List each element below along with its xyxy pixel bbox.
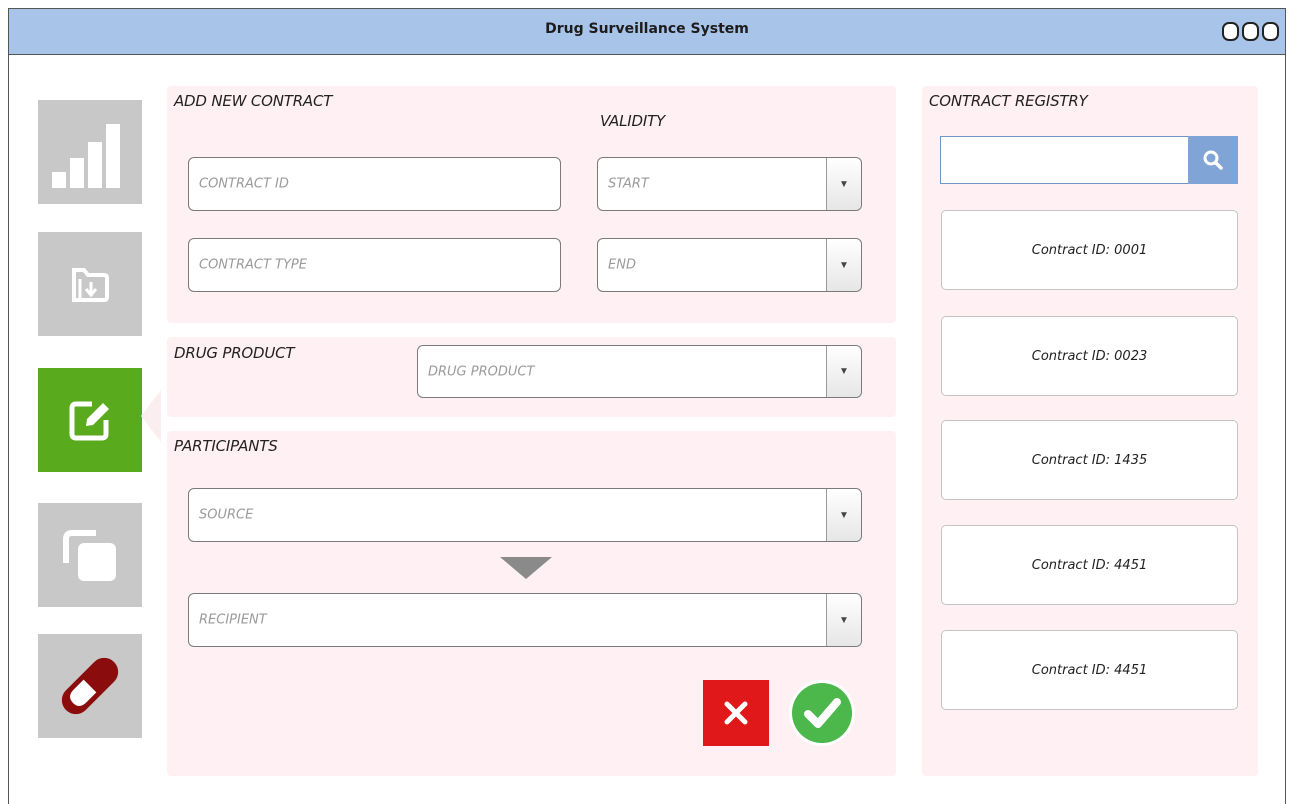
validity-start-select[interactable]: START ▼ <box>597 157 862 211</box>
copy-icon <box>63 530 116 581</box>
recipient-placeholder: RECIPIENT <box>199 612 267 628</box>
contract-id-label: Contract ID: 1435 <box>1031 452 1148 468</box>
list-item[interactable]: Contract ID: 1435 <box>941 420 1238 500</box>
dropdown-toggle[interactable]: ▼ <box>826 489 861 541</box>
contract-type-field[interactable]: CONTRACT TYPE <box>188 238 561 292</box>
sidebar-item-copy[interactable] <box>38 503 142 607</box>
contract-id-label: Contract ID: 4451 <box>1031 557 1148 573</box>
active-pointer <box>141 390 161 442</box>
add-contract-heading: ADD NEW CONTRACT <box>174 92 333 110</box>
chevron-down-icon: ▼ <box>839 178 849 190</box>
end-placeholder: END <box>608 257 636 273</box>
source-placeholder: SOURCE <box>199 507 254 523</box>
dropdown-toggle[interactable]: ▼ <box>826 346 861 397</box>
pill-icon <box>61 657 119 715</box>
recipient-select[interactable]: RECIPIENT ▼ <box>188 593 862 647</box>
dropdown-toggle[interactable]: ▼ <box>826 594 861 646</box>
contract-type-placeholder: CONTRACT TYPE <box>199 257 307 273</box>
flow-down-arrow-icon <box>500 557 552 579</box>
sidebar-item-contracts[interactable] <box>38 368 142 472</box>
search-icon <box>1203 150 1223 170</box>
drug-product-placeholder: DRUG PRODUCT <box>428 364 535 379</box>
contract-id-label: Contract ID: 4451 <box>1031 662 1148 678</box>
window-controls <box>1222 22 1279 41</box>
drug-product-label: DRUG PRODUCT <box>174 344 295 362</box>
registry-heading: CONTRACT REGISTRY <box>929 92 1088 110</box>
registry-search <box>940 136 1238 184</box>
window-title: Drug Surveillance System <box>545 21 749 37</box>
check-icon <box>789 680 855 746</box>
close-icon <box>724 701 748 725</box>
participants-label: PARTICIPANTS <box>174 437 278 455</box>
edit-icon <box>69 401 109 441</box>
contract-id-field[interactable]: CONTRACT ID <box>188 157 561 211</box>
validity-end-select[interactable]: END ▼ <box>597 238 862 292</box>
chevron-down-icon: ▼ <box>839 366 849 377</box>
start-placeholder: START <box>608 176 649 192</box>
chevron-down-icon: ▼ <box>839 509 849 521</box>
sidebar-item-statistics[interactable] <box>38 100 142 204</box>
bar-chart-icon <box>52 124 120 188</box>
list-item[interactable]: Contract ID: 0001 <box>941 210 1238 290</box>
list-item[interactable]: Contract ID: 4451 <box>941 630 1238 710</box>
chevron-down-icon: ▼ <box>839 259 849 271</box>
close-window-button[interactable] <box>1262 22 1279 41</box>
search-input[interactable] <box>945 141 1185 181</box>
minimize-button[interactable] <box>1222 22 1239 41</box>
contract-id-label: Contract ID: 0001 <box>1031 242 1148 258</box>
confirm-button[interactable] <box>787 678 857 748</box>
chevron-down-icon: ▼ <box>839 614 849 626</box>
search-button[interactable] <box>1188 136 1238 184</box>
maximize-button[interactable] <box>1242 22 1259 41</box>
folder-import-icon <box>72 268 109 302</box>
contract-id-label: Contract ID: 0023 <box>1031 348 1148 364</box>
sidebar-item-drugs[interactable] <box>38 634 142 738</box>
contract-id-placeholder: CONTRACT ID <box>199 176 289 192</box>
title-bar: Drug Surveillance System <box>9 9 1285 55</box>
list-item[interactable]: Contract ID: 0023 <box>941 316 1238 396</box>
dropdown-toggle[interactable]: ▼ <box>826 158 861 210</box>
validity-label: VALIDITY <box>600 112 665 130</box>
source-select[interactable]: SOURCE ▼ <box>188 488 862 542</box>
drug-product-select[interactable]: DRUG PRODUCT ▼ <box>417 345 862 398</box>
dropdown-toggle[interactable]: ▼ <box>826 239 861 291</box>
list-item[interactable]: Contract ID: 4451 <box>941 525 1238 605</box>
sidebar-item-import[interactable] <box>38 232 142 336</box>
cancel-button[interactable] <box>703 680 769 746</box>
